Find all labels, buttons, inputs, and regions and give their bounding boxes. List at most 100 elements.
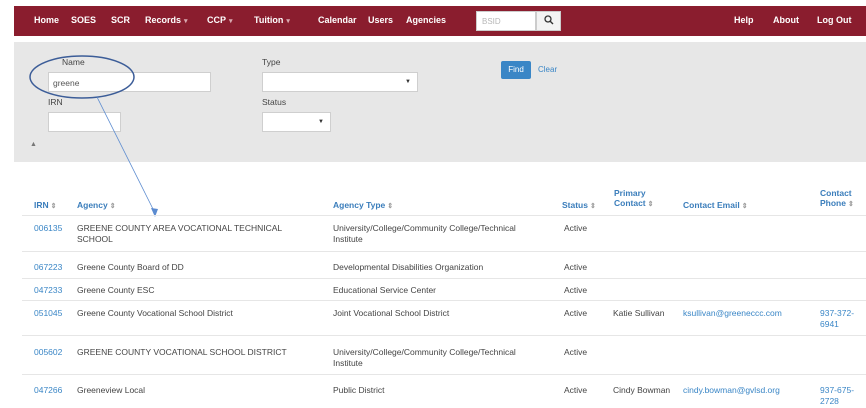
name-field[interactable]: greene (48, 72, 211, 92)
irn-field[interactable] (48, 112, 121, 132)
nav-users[interactable]: Users (368, 15, 393, 25)
filter-panel: Name greene Type ▼ IRN Status ▼ Find Cle… (14, 42, 866, 162)
header-contact-email-label: Contact Email (683, 200, 740, 210)
row-divider (22, 278, 866, 279)
agency-name-cont: SCHOOL (77, 234, 113, 244)
nav-scr[interactable]: SCR (111, 15, 130, 25)
agency-type: Public District (333, 385, 385, 395)
sort-icon: ⇕ (647, 201, 654, 208)
chevron-down-icon: ▾ (184, 18, 188, 25)
agency-type-cont: Institute (333, 234, 363, 244)
contact-email-link[interactable]: ksullivan@greeneccc.com (683, 308, 782, 319)
agency-type: University/College/Community College/Tec… (333, 347, 516, 357)
primary-contact: Katie Sullivan (613, 308, 665, 318)
header-primary-contact[interactable]: Primary Contact ⇕ (614, 188, 654, 210)
status-value: Active (564, 385, 588, 395)
sort-icon: ⇕ (847, 201, 854, 208)
contact-email-link[interactable]: cindy.bowman@gvlsd.org (683, 385, 780, 396)
header-agency-label: Agency (77, 200, 108, 210)
sort-icon: ⇕ (50, 203, 57, 210)
nav-records-label: Records (145, 15, 182, 25)
name-label: Name (62, 57, 85, 67)
row-divider (22, 374, 866, 375)
status-value: Active (564, 285, 588, 295)
irn-label: IRN (48, 97, 63, 107)
agency-type: University/College/Community College/Tec… (333, 223, 516, 233)
agency-type: Joint Vocational School District (333, 308, 450, 318)
agency-name: GREENE COUNTY VOCATIONAL SCHOOL DISTRICT (77, 347, 287, 357)
irn-link[interactable]: 047266 (34, 385, 62, 396)
agency-name: GREENE COUNTY AREA VOCATIONAL TECHNICAL (77, 223, 283, 233)
agency-name: Greene County ESC (77, 285, 155, 295)
caret-down-icon: ▼ (318, 119, 324, 125)
caret-down-icon: ▼ (405, 79, 411, 85)
nav-about[interactable]: About (773, 15, 799, 25)
agency-type: Developmental Disabilities Organization (333, 262, 484, 272)
nav-soes[interactable]: SOES (71, 15, 96, 25)
irn-link[interactable]: 067223 (34, 262, 62, 273)
header-primary-contact-line1: Primary (614, 188, 646, 198)
agency-name: Greene County Board of DD (77, 262, 184, 272)
status-value: Active (564, 223, 588, 233)
primary-contact: Cindy Bowman (613, 385, 671, 395)
agency-name: Greeneview Local (77, 385, 146, 395)
header-agency-type[interactable]: Agency Type ⇕ (333, 200, 393, 212)
nav-tuition[interactable]: Tuition ▾ (254, 15, 290, 25)
collapse-caret-icon[interactable]: ▲ (30, 141, 37, 148)
chevron-down-icon: ▾ (229, 18, 233, 25)
header-status[interactable]: Status ⇕ (562, 200, 596, 212)
clear-link[interactable]: Clear (538, 65, 557, 74)
contact-phone[interactable]: 937-372- (820, 308, 854, 319)
status-label: Status (262, 97, 287, 107)
header-contact-phone-line2: Phone (820, 198, 846, 208)
status-value: Active (564, 308, 588, 318)
top-nav-bar: Home SOES SCR Records ▾ CCP ▾ Tuition ▾ Cal… (14, 6, 866, 36)
status-select[interactable]: ▼ (262, 112, 331, 132)
sort-icon: ⇕ (387, 203, 394, 210)
type-select[interactable]: ▼ (262, 72, 418, 92)
agency-type-cont: Institute (333, 358, 363, 368)
irn-link[interactable]: 005602 (34, 347, 62, 358)
contact-phone[interactable]: 937-675- (820, 385, 854, 396)
nav-records[interactable]: Records ▾ (145, 15, 188, 25)
nav-agencies[interactable]: Agencies (406, 15, 446, 25)
irn-link[interactable]: 047233 (34, 285, 62, 296)
nav-tuition-label: Tuition (254, 15, 284, 25)
contact-phone-cont[interactable]: 2728 (820, 396, 839, 407)
row-divider (22, 300, 866, 301)
header-contact-email[interactable]: Contact Email ⇕ (683, 200, 748, 212)
nav-logout[interactable]: Log Out (817, 15, 852, 25)
status-value: Active (564, 347, 588, 357)
header-agency-type-label: Agency Type (333, 200, 386, 210)
sort-icon: ⇕ (589, 203, 596, 210)
sort-icon: ⇕ (741, 203, 748, 210)
find-button[interactable]: Find (501, 61, 531, 79)
row-divider (22, 251, 866, 252)
header-irn[interactable]: IRN ⇕ (34, 200, 57, 212)
sort-icon: ⇕ (109, 203, 116, 210)
header-irn-label: IRN (34, 200, 49, 210)
nav-ccp[interactable]: CCP ▾ (207, 15, 233, 25)
irn-link[interactable]: 051045 (34, 308, 62, 319)
status-value: Active (564, 262, 588, 272)
header-status-label: Status (562, 200, 588, 210)
agency-name: Greene County Vocational School District (77, 308, 233, 318)
agency-type: Educational Service Center (333, 285, 437, 295)
nav-calendar[interactable]: Calendar (318, 15, 357, 25)
nav-ccp-label: CCP (207, 15, 227, 25)
header-contact-phone-line1: Contact (820, 188, 852, 198)
header-primary-contact-line2: Contact (614, 198, 646, 208)
header-contact-phone[interactable]: Contact Phone ⇕ (820, 188, 854, 210)
search-button[interactable] (536, 11, 561, 31)
chevron-down-icon: ▾ (286, 18, 290, 25)
header-agency[interactable]: Agency ⇕ (77, 200, 116, 212)
type-label: Type (262, 57, 281, 67)
row-divider (22, 335, 866, 336)
header-divider (22, 215, 866, 216)
search-icon (543, 15, 553, 25)
nav-help[interactable]: Help (734, 15, 754, 25)
bsid-search-input[interactable]: BSID (476, 11, 536, 31)
nav-home[interactable]: Home (34, 15, 59, 25)
irn-link[interactable]: 006135 (34, 223, 62, 234)
contact-phone-cont[interactable]: 6941 (820, 319, 839, 330)
